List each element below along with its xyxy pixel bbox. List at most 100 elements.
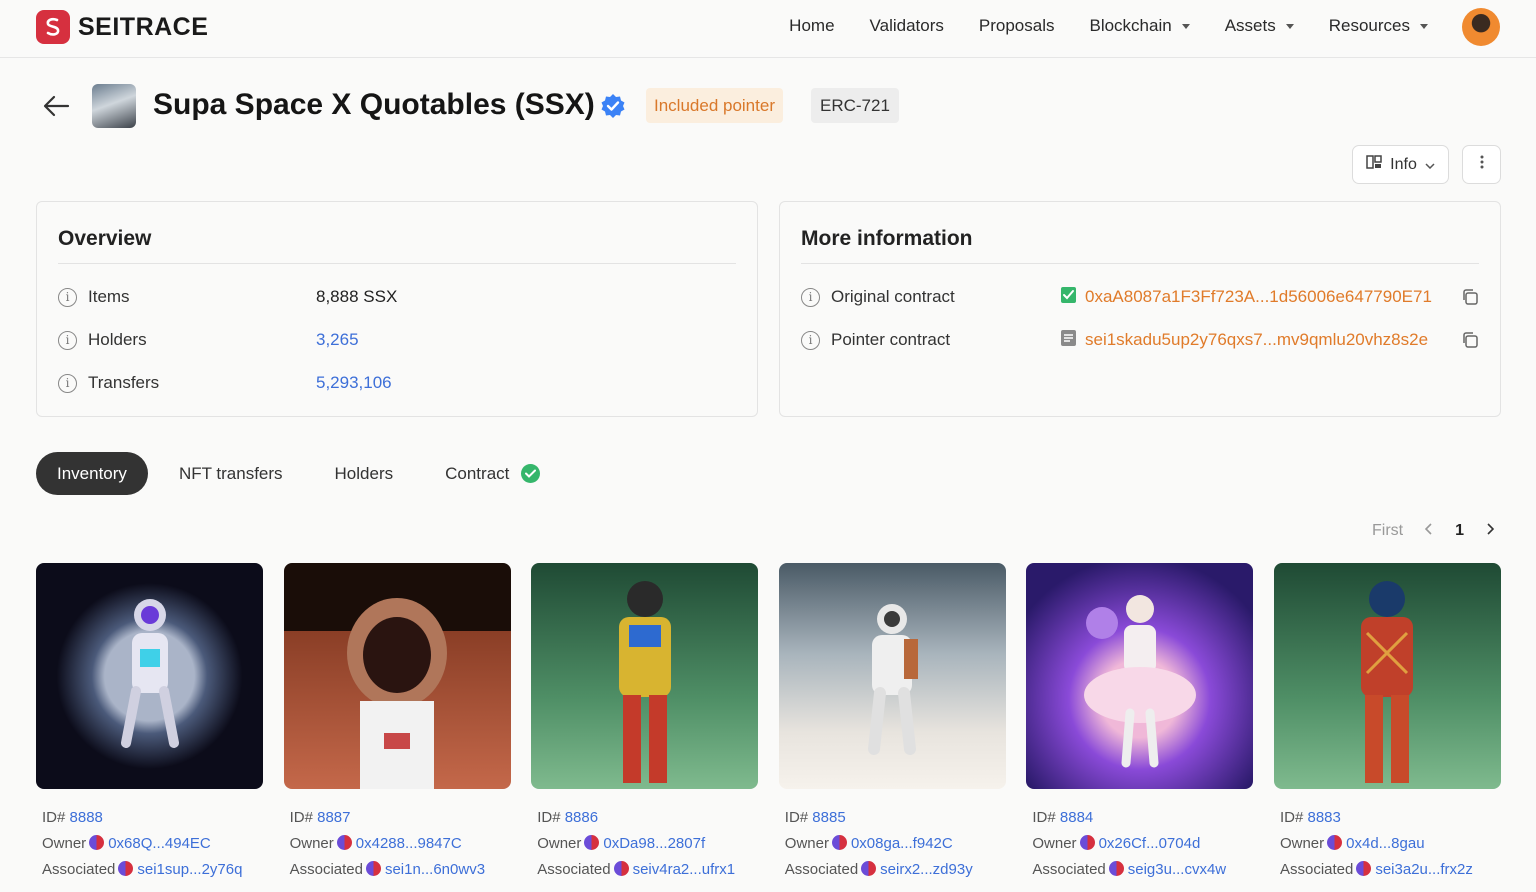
- nft-image[interactable]: [1273, 563, 1501, 789]
- nav-proposals[interactable]: Proposals: [979, 16, 1055, 36]
- brand-logo[interactable]: SEITRACE: [36, 10, 208, 44]
- nft-meta: ID# 8883 Owner 0x4d...8gau Associated sei3…: [1274, 805, 1501, 883]
- owner-address-link[interactable]: 0xDa98...2807f: [603, 835, 705, 852]
- pointer-contract-address: sei1skadu5up2y76qxs7...mv9qmlu20vhz8s2e: [1060, 329, 1428, 352]
- nav-blockchain-label: Blockchain: [1089, 16, 1172, 35]
- nft-id-link[interactable]: 8888: [70, 809, 103, 826]
- owner-address-link[interactable]: 0x26Cf...0704d: [1099, 835, 1201, 852]
- nft-image[interactable]: [778, 563, 1006, 789]
- overview-card: Overview i Items 8,888 SSX i Holders 3,2…: [36, 201, 758, 417]
- nft-card[interactable]: ID# 8883 Owner 0x4d...8gau Associated sei3…: [1273, 563, 1501, 883]
- address-avatar-icon: [118, 861, 134, 876]
- top-header: SEITRACE Home Validators Proposals Block…: [0, 0, 1536, 58]
- pagination: First 1: [1372, 522, 1495, 540]
- tab-contract[interactable]: Contract: [424, 452, 561, 495]
- nav-resources-label: Resources: [1328, 16, 1410, 35]
- address-avatar-icon: [861, 861, 877, 876]
- nft-image[interactable]: [531, 563, 759, 789]
- nav-assets[interactable]: Assets: [1225, 16, 1294, 36]
- associated-label: Associated: [42, 861, 116, 878]
- chevron-left-icon[interactable]: [1424, 522, 1433, 540]
- address-avatar-icon: [365, 861, 381, 876]
- info-button-label: Info: [1390, 155, 1417, 173]
- owner-address-link[interactable]: 0x68Q...494EC: [108, 835, 211, 852]
- nft-meta: ID# 8888 Owner 0x68Q...494EC Associated se…: [36, 805, 263, 883]
- info-dropdown-button[interactable]: Info: [1352, 145, 1449, 184]
- nav-resources[interactable]: Resources: [1329, 16, 1428, 36]
- nft-id-link[interactable]: 8887: [317, 809, 350, 826]
- copy-icon[interactable]: [1461, 288, 1479, 306]
- user-avatar[interactable]: [1462, 8, 1500, 46]
- original-contract-link[interactable]: 0xaA8087a1F3Ff723A...1d56006e647790E71: [1085, 287, 1432, 307]
- info-circle-icon[interactable]: i: [801, 287, 820, 307]
- nft-image[interactable]: [283, 563, 511, 789]
- tab-inventory[interactable]: Inventory: [36, 452, 148, 495]
- kebab-menu-icon: [1480, 155, 1484, 174]
- copy-icon[interactable]: [1461, 331, 1479, 349]
- owner-address-link[interactable]: 0x4d...8gau: [1346, 835, 1424, 852]
- nft-meta: ID# 8886 Owner 0xDa98...2807f Associated s…: [531, 805, 758, 883]
- nav-blockchain[interactable]: Blockchain: [1089, 16, 1190, 36]
- collection-thumbnail: [92, 84, 136, 128]
- check-circle-icon: [521, 464, 541, 483]
- info-circle-icon[interactable]: i: [801, 330, 820, 350]
- nav-home-label: Home: [789, 16, 835, 35]
- associated-label: Associated: [1032, 861, 1106, 878]
- first-page-button[interactable]: First: [1372, 522, 1403, 540]
- associated-address-link[interactable]: sei1n...6n0wv3: [385, 861, 485, 878]
- tab-contract-label: Contract: [445, 463, 510, 483]
- nft-inventory-grid: ID# 8888 Owner 0x68Q...494EC Associated se…: [36, 563, 1501, 883]
- associated-address-link[interactable]: seiv4ra2...ufrx1: [633, 861, 736, 878]
- owner-label: Owner: [784, 835, 829, 852]
- address-avatar-icon: [1356, 861, 1372, 876]
- nft-card[interactable]: ID# 8887 Owner 0x4288...9847C Associated s…: [283, 563, 511, 883]
- nav-home[interactable]: Home: [789, 16, 834, 36]
- nft-card[interactable]: ID# 8888 Owner 0x68Q...494EC Associated se…: [36, 563, 263, 883]
- owner-label: Owner: [1279, 835, 1325, 852]
- id-label: ID#: [784, 809, 809, 826]
- associated-address-link[interactable]: sei3a2u...frx2z: [1375, 861, 1473, 878]
- address-avatar-icon: [831, 835, 847, 850]
- brand-name: SEITRACE: [78, 12, 209, 41]
- info-circle-icon[interactable]: i: [58, 330, 77, 350]
- owner-address-link[interactable]: 0x08ga...f942C: [851, 835, 953, 852]
- nft-card[interactable]: ID# 8884 Owner 0x26Cf...0704d Associated s…: [1026, 563, 1254, 883]
- back-arrow-icon[interactable]: [42, 94, 70, 118]
- overview-row-items: i Items 8,888 SSX: [58, 284, 736, 310]
- chevron-right-icon[interactable]: [1486, 522, 1495, 540]
- nft-meta: ID# 8887 Owner 0x4288...9847C Associated s…: [284, 805, 511, 883]
- nav-validators[interactable]: Validators: [870, 16, 944, 36]
- associated-address-link[interactable]: sei1sup...2y76q: [137, 861, 242, 878]
- row-label: Items: [88, 287, 130, 306]
- nft-id-link[interactable]: 8885: [812, 809, 845, 826]
- owner-label: Owner: [1032, 835, 1077, 852]
- current-page[interactable]: 1: [1455, 522, 1464, 540]
- owner-label: Owner: [42, 835, 87, 852]
- nft-id-link[interactable]: 8884: [1060, 809, 1093, 826]
- info-circle-icon[interactable]: i: [58, 287, 77, 307]
- id-label: ID#: [42, 809, 66, 826]
- info-circle-icon[interactable]: i: [58, 373, 77, 393]
- associated-address-link[interactable]: seirx2...zd93y: [880, 861, 973, 878]
- contract-file-icon: [1060, 329, 1077, 352]
- associated-label: Associated: [537, 861, 611, 878]
- pointer-contract-link[interactable]: sei1skadu5up2y76qxs7...mv9qmlu20vhz8s2e: [1085, 330, 1428, 350]
- items-value: 8,888 SSX: [316, 287, 398, 306]
- token-standard-badge: ERC-721: [811, 88, 899, 123]
- tab-nft-transfers[interactable]: NFT transfers: [158, 452, 304, 495]
- nft-image[interactable]: [1026, 563, 1254, 789]
- nft-id-link[interactable]: 8883: [1307, 809, 1340, 826]
- nft-card[interactable]: ID# 8886 Owner 0xDa98...2807f Associated s…: [531, 563, 759, 883]
- id-label: ID#: [537, 809, 561, 826]
- transfers-link[interactable]: 5,293,106: [316, 373, 392, 393]
- nft-image[interactable]: [36, 563, 263, 789]
- owner-address-link[interactable]: 0x4288...9847C: [356, 835, 462, 852]
- original-contract-address: 0xaA8087a1F3Ff723A...1d56006e647790E71: [1060, 286, 1432, 309]
- nft-id-link[interactable]: 8886: [565, 809, 598, 826]
- more-options-button[interactable]: [1462, 145, 1501, 184]
- nft-card[interactable]: ID# 8885 Owner 0x08ga...f942C Associated s…: [778, 563, 1006, 883]
- holders-link[interactable]: 3,265: [316, 330, 359, 350]
- associated-address-link[interactable]: seig3u...cvx4w: [1128, 861, 1226, 878]
- tab-holders[interactable]: Holders: [314, 452, 415, 495]
- row-label: Pointer contract: [831, 330, 951, 349]
